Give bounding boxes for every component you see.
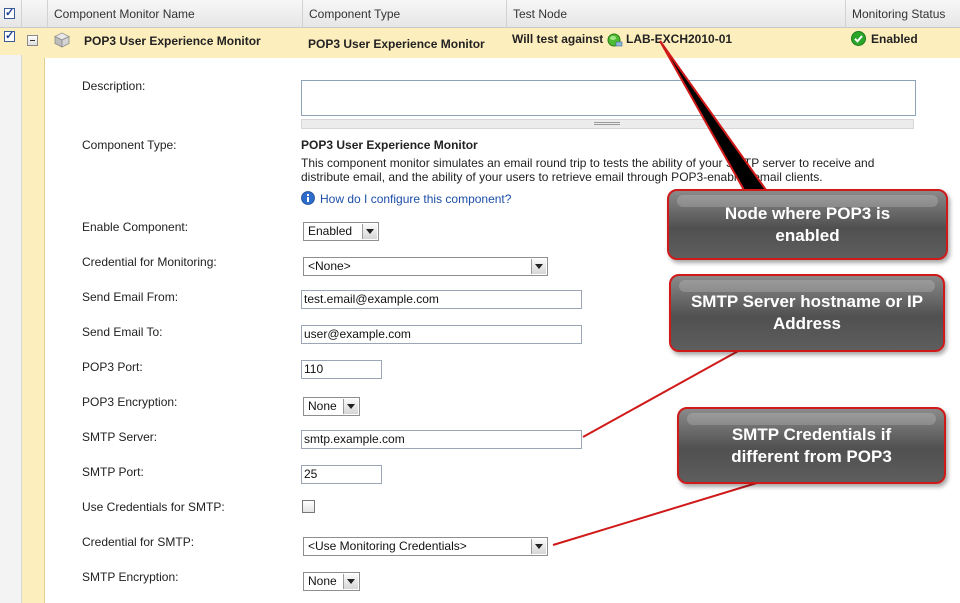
- callout-smtp-cred-text: SMTP Credentials if different from POP3: [731, 424, 892, 466]
- callout-node-text: Node where POP3 is enabled: [724, 203, 891, 245]
- callout-smtp-server-text: SMTP Server hostname or IP Address: [690, 292, 924, 333]
- node-callout-pointer: [659, 40, 768, 191]
- callout-smtp-cred: SMTP Credentials if different from POP3: [677, 407, 946, 484]
- smtp-cred-callout-pointer: [552, 481, 761, 546]
- callout-node: Node where POP3 is enabled: [667, 189, 948, 260]
- callout-smtp-server: SMTP Server hostname or IP Address: [669, 274, 945, 352]
